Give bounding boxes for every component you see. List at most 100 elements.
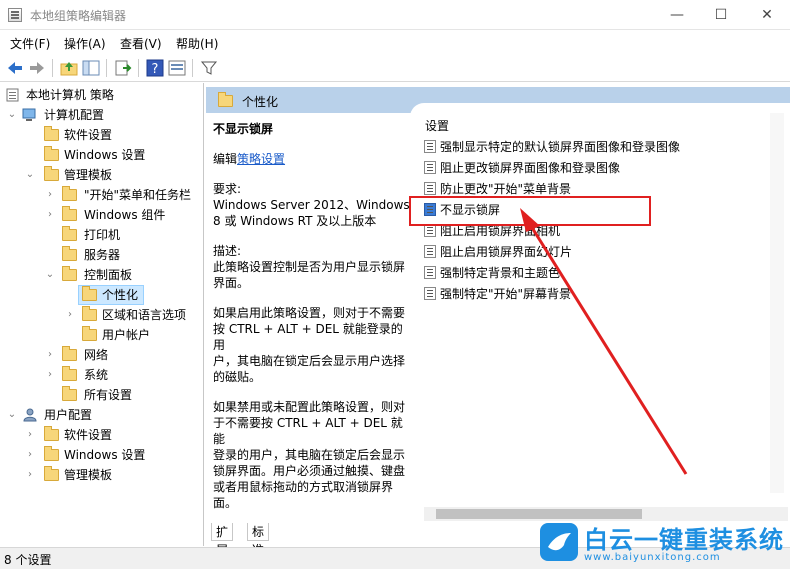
policy-setting-icon bbox=[424, 266, 436, 279]
tree-item-user-accounts[interactable]: 用户帐户 bbox=[62, 325, 200, 345]
tree-item-user-windows-settings[interactable]: › Windows 设置 bbox=[24, 445, 194, 465]
list-item[interactable]: 强制特定背景和主题色 bbox=[424, 263, 560, 283]
properties-view-icon[interactable] bbox=[168, 59, 186, 77]
show-hide-tree-icon[interactable] bbox=[82, 59, 100, 77]
chevron-down-icon[interactable]: ⌄ bbox=[24, 165, 36, 185]
setting-label: 阻止启用锁屏界面相机 bbox=[440, 224, 561, 238]
folder-icon bbox=[82, 326, 97, 341]
tree-label: 控制面板 bbox=[84, 268, 133, 282]
horizontal-scrollbar[interactable] bbox=[424, 507, 788, 521]
chevron-down-icon[interactable]: ⌄ bbox=[6, 405, 18, 425]
chevron-down-icon[interactable]: ⌄ bbox=[6, 105, 18, 125]
tree-label: 服务器 bbox=[84, 248, 121, 262]
folder-icon bbox=[44, 146, 59, 161]
tree-label: Windows 设置 bbox=[64, 148, 146, 162]
tab-extended[interactable]: 扩展 bbox=[211, 523, 234, 557]
menu-bar: 文件(F) 操作(A) 查看(V) 帮助(H) bbox=[0, 31, 790, 53]
help-icon[interactable]: ? bbox=[146, 59, 164, 77]
list-item[interactable]: 阻止更改锁屏界面图像和登录图像 bbox=[424, 158, 620, 178]
tree-item-control-panel[interactable]: ⌄ 控制面板 bbox=[44, 265, 200, 285]
tree-item-admin-templates[interactable]: ⌄ 管理模板 bbox=[24, 165, 194, 185]
chevron-right-icon[interactable]: › bbox=[44, 185, 56, 205]
watermark-brand: 白云一键重装系统 bbox=[584, 526, 784, 554]
chevron-right-icon[interactable]: › bbox=[44, 205, 56, 225]
setting-label: 防止更改"开始"菜单背景 bbox=[440, 182, 572, 196]
folder-icon bbox=[44, 426, 59, 441]
computer-icon bbox=[22, 108, 36, 121]
tree-item-windows-settings[interactable]: › Windows 设置 bbox=[24, 145, 194, 165]
list-item[interactable]: 阻止启用锁屏界面幻灯片 bbox=[424, 242, 572, 262]
chevron-right-icon[interactable]: › bbox=[44, 365, 56, 385]
vertical-scrollbar[interactable] bbox=[770, 113, 784, 493]
chevron-right-icon[interactable]: › bbox=[24, 445, 36, 465]
edit-policy-link[interactable]: 策略设置 bbox=[237, 152, 285, 166]
tree-item-region-language[interactable]: › 区域和语言选项 bbox=[62, 305, 200, 325]
tree-item-network[interactable]: › 网络 bbox=[44, 345, 200, 365]
chevron-right-icon[interactable]: › bbox=[24, 425, 36, 445]
tab-standard[interactable]: 标准 bbox=[247, 523, 270, 557]
category-title: 个性化 bbox=[242, 95, 279, 109]
forward-arrow-icon[interactable] bbox=[28, 59, 46, 77]
setting-label: 阻止启用锁屏界面幻灯片 bbox=[440, 245, 573, 259]
tree-label: 软件设置 bbox=[64, 428, 113, 442]
description-text: 如果禁用或未配置此策略设置，则对 bbox=[213, 400, 406, 414]
tree-item-user-config[interactable]: ⌄ 用户配置 bbox=[6, 405, 196, 425]
toolbar-separator bbox=[52, 59, 53, 77]
tree-item-system[interactable]: › 系统 bbox=[44, 365, 200, 385]
window-title: 本地组策略编辑器 bbox=[30, 9, 127, 23]
setting-label: 强制显示特定的默认锁屏界面图像和登录图像 bbox=[440, 140, 681, 154]
folder-icon bbox=[62, 346, 77, 361]
folder-icon bbox=[218, 92, 233, 107]
filter-icon[interactable] bbox=[200, 59, 218, 77]
list-item[interactable]: 强制特定"开始"屏幕背景 bbox=[424, 284, 571, 304]
folder-icon bbox=[44, 466, 59, 481]
back-arrow-icon[interactable] bbox=[6, 59, 24, 77]
edit-prefix: 编辑 bbox=[213, 152, 238, 166]
tree-item-all-settings[interactable]: 所有设置 bbox=[44, 385, 200, 405]
requirements-text: 8 或 Windows RT 及以上版本 bbox=[213, 214, 377, 228]
list-item[interactable]: 强制显示特定的默认锁屏界面图像和登录图像 bbox=[424, 137, 680, 157]
chevron-down-icon[interactable]: ⌄ bbox=[44, 265, 56, 285]
description-text: 登录的用户，其电脑在锁定后会显示 bbox=[213, 448, 406, 462]
tree-label: 个性化 bbox=[102, 288, 139, 302]
tree-item-user-software-settings[interactable]: › 软件设置 bbox=[24, 425, 194, 445]
tree-label: 用户帐户 bbox=[102, 328, 151, 342]
chevron-right-icon[interactable]: › bbox=[24, 465, 36, 485]
folder-icon bbox=[62, 226, 77, 241]
close-button[interactable]: ✕ bbox=[744, 0, 790, 30]
menu-view[interactable]: 查看(V) bbox=[120, 35, 162, 52]
policy-title: 不显示锁屏 bbox=[213, 122, 274, 136]
tree-label: Windows 设置 bbox=[64, 448, 146, 462]
tree-item-user-admin-templates[interactable]: › 管理模板 bbox=[24, 465, 194, 485]
scrollbar-thumb[interactable] bbox=[436, 509, 642, 519]
tree-item-personalization[interactable]: 个性化 bbox=[62, 285, 200, 305]
tree-label: 计算机配置 bbox=[44, 108, 105, 122]
export-list-icon[interactable] bbox=[114, 59, 132, 77]
minimize-button[interactable]: — bbox=[654, 0, 700, 30]
folder-icon bbox=[62, 206, 77, 221]
column-header-setting[interactable]: 设置 bbox=[425, 117, 449, 134]
tree-item-software-settings[interactable]: › 软件设置 bbox=[24, 125, 194, 145]
toolbar-separator bbox=[138, 59, 139, 77]
menu-help[interactable]: 帮助(H) bbox=[176, 35, 218, 52]
requirements-text: Windows Server 2012、Windows bbox=[213, 198, 410, 212]
description-text: 按 CTRL + ALT + DEL 就能登录的用 bbox=[213, 322, 403, 352]
tree-item-start-menu[interactable]: › "开始"菜单和任务栏 bbox=[44, 185, 200, 205]
chevron-right-icon[interactable]: › bbox=[64, 305, 76, 325]
up-folder-icon[interactable] bbox=[60, 59, 78, 77]
toolbar-separator bbox=[106, 59, 107, 77]
menu-action[interactable]: 操作(A) bbox=[64, 35, 106, 52]
tree-item-servers[interactable]: 服务器 bbox=[44, 245, 200, 265]
description-text: 户，其电脑在锁定后会显示用户选择 bbox=[213, 354, 406, 368]
policy-setting-icon bbox=[424, 287, 436, 300]
policy-setting-icon bbox=[424, 140, 436, 153]
menu-file[interactable]: 文件(F) bbox=[10, 35, 50, 52]
description-text: 的磁贴。 bbox=[213, 370, 262, 384]
chevron-right-icon[interactable]: › bbox=[44, 345, 56, 365]
folder-icon bbox=[62, 186, 77, 201]
description-text: 锁屏界面。用户必须通过触摸、键盘 bbox=[213, 464, 406, 478]
tree-item-printers[interactable]: 打印机 bbox=[44, 225, 200, 245]
tree-item-windows-components[interactable]: › Windows 组件 bbox=[44, 205, 200, 225]
tree-item-computer-config[interactable]: ⌄ 计算机配置 bbox=[6, 105, 196, 125]
maximize-button[interactable]: ☐ bbox=[698, 0, 744, 30]
